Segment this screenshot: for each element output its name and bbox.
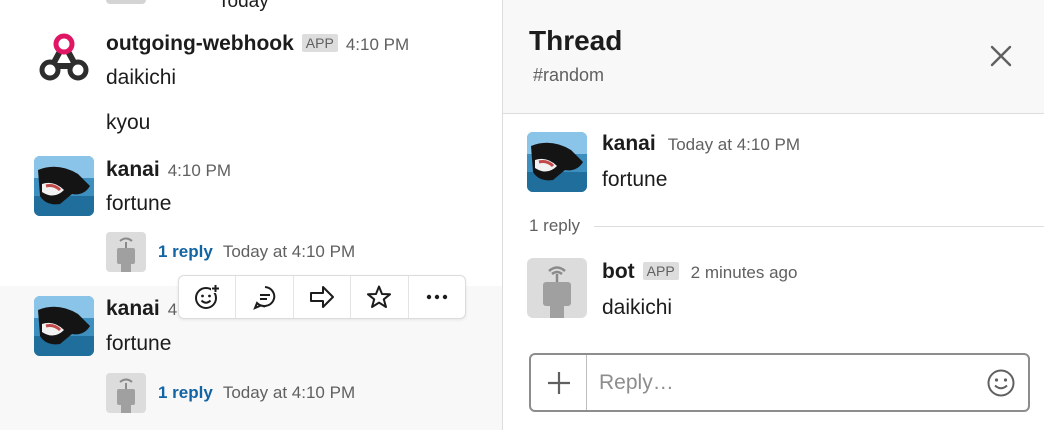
app-badge: APP [642,262,679,280]
thread-reply-text: daikichi [602,296,673,319]
thread-parent-header: kanai Today at 4:10 PM [602,132,800,156]
emoji-icon [987,369,1015,396]
author-name[interactable]: bot [602,260,635,284]
message-text: fortune [106,192,172,215]
message-actions-toolbar [178,275,466,319]
thread-replies-bar[interactable]: 1 reply Today at 4:10 PM [106,232,356,272]
bot-avatar-partial [106,0,146,4]
bot-avatar [106,373,146,413]
reply-in-thread-icon [252,286,275,310]
message-time-partial[interactable]: 4 [168,300,177,320]
emoji-button[interactable] [974,355,1028,410]
thread-parent-text: fortune [602,168,668,191]
thread-channel-link[interactable]: #random [533,65,604,86]
last-reply-time: Today at 4:10 PM [222,242,356,261]
message-text: fortune [106,332,172,355]
reply-in-thread-button[interactable] [236,276,294,318]
thread-pane: Thread #random kanai Today at 4:10 PM fo… [503,0,1044,430]
star-icon [367,285,392,308]
partial-reply-time: Today [218,0,269,12]
share-message-icon [310,286,335,308]
close-icon [990,45,1012,67]
thread-reply-count: 1 reply [529,216,581,235]
message-time[interactable]: Today at 4:10 PM [668,135,800,155]
more-actions-icon [426,294,448,300]
reply-input[interactable] [587,355,974,410]
divider [594,225,1044,227]
message-header: outgoing-webhook APP 4:10 PM [106,32,409,56]
attach-button[interactable] [531,355,587,410]
thread-replies-bar[interactable]: 1 reply Today at 4:10 PM [106,373,356,413]
plus-icon [547,371,570,394]
message-time[interactable]: 4:10 PM [168,161,231,181]
channel-name: random [543,65,605,85]
hash-icon: # [533,65,544,85]
webhook-icon[interactable] [34,30,94,90]
message-text: daikichi [106,66,177,89]
message-header: kanai 4 [106,297,177,321]
message-header: kanai 4:10 PM [106,158,231,182]
message-kanai[interactable]: kanai 4:10 PM fortune 1 reply Today at 4… [0,150,502,286]
more-actions-button[interactable] [409,276,465,318]
add-reaction-button[interactable] [179,276,237,318]
add-reaction-icon [195,284,221,309]
reply-count-link[interactable]: 1 reply [158,242,213,262]
reply-composer [529,353,1030,412]
thread-title: Thread [529,25,623,56]
author-name[interactable]: outgoing-webhook [106,32,294,56]
thread-header: Thread #random [503,0,1044,114]
avatar[interactable] [34,156,94,216]
channel-message-list: Today outgoing-webhook APP 4:10 PM daiki… [0,0,502,430]
author-name[interactable]: kanai [106,158,160,182]
bot-avatar [106,232,146,272]
share-message-button[interactable] [294,276,352,318]
close-thread-button[interactable] [987,42,1015,70]
avatar[interactable] [527,132,587,192]
star-button[interactable] [351,276,409,318]
last-reply-time: Today at 4:10 PM [222,383,356,402]
author-name[interactable]: kanai [602,132,656,156]
thread-reply-header: bot APP 2 minutes ago [602,260,797,284]
reply-count-link[interactable]: 1 reply [158,383,213,403]
author-name[interactable]: kanai [106,297,160,321]
app-badge: APP [301,34,338,52]
message-time[interactable]: 4:10 PM [346,35,409,55]
bot-avatar[interactable] [527,258,587,318]
message-text: kyou [106,111,151,134]
message-time[interactable]: 2 minutes ago [691,263,798,283]
thread-reply-count-row: 1 reply [529,214,1044,238]
message-webhook[interactable]: outgoing-webhook APP 4:10 PM daikichi ky… [0,26,502,150]
avatar[interactable] [34,296,94,356]
